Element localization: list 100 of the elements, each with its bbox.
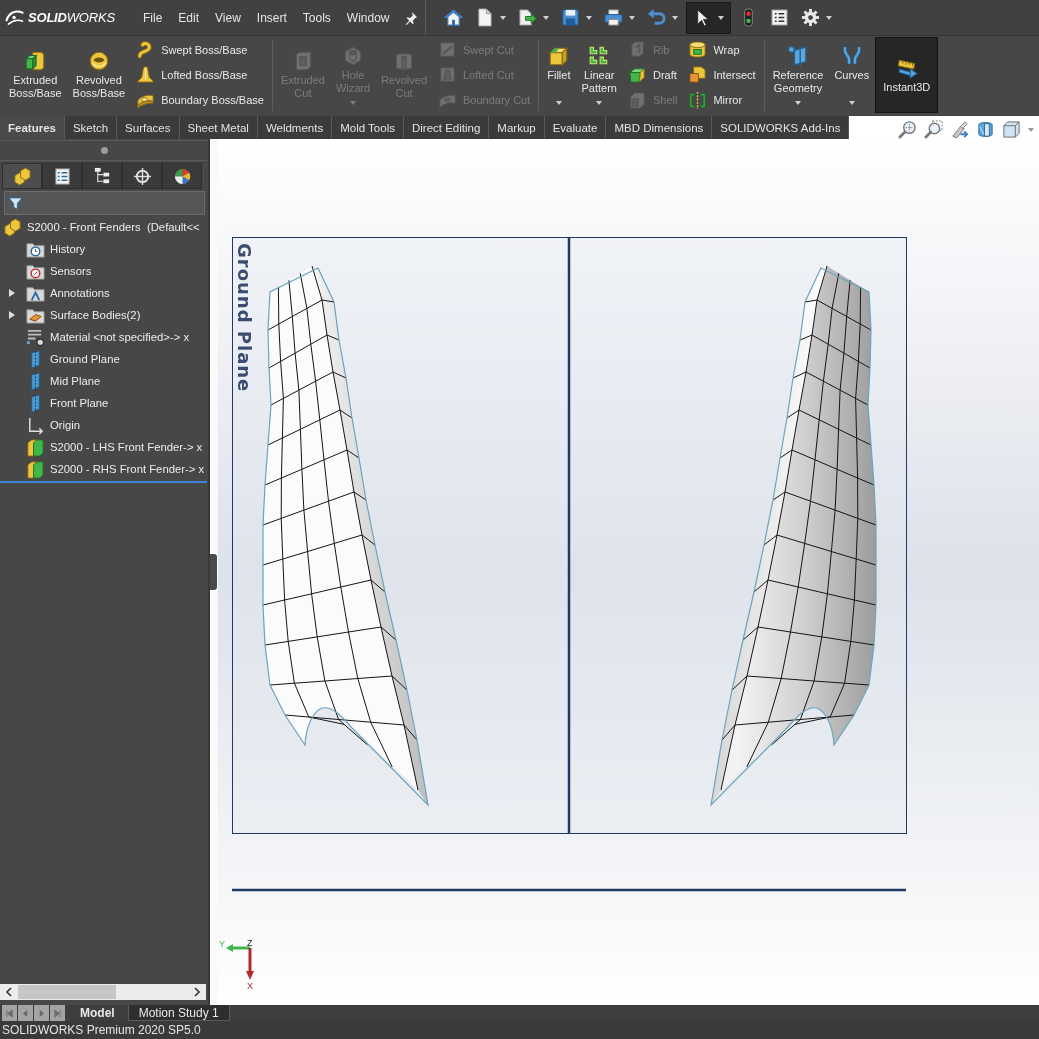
- menu-item[interactable]: Tools: [294, 7, 339, 28]
- previous-view-icon[interactable]: [950, 120, 969, 139]
- ribbon-tab[interactable]: Sketch: [64, 116, 118, 139]
- tree-item[interactable]: Origin: [26, 415, 81, 435]
- previous-arrow-icon: [22, 1009, 29, 1017]
- pin-icon[interactable]: [403, 10, 418, 25]
- command-button[interactable]: Lofted Boss/Base: [136, 63, 264, 87]
- command-button[interactable]: Intersect: [688, 63, 756, 87]
- caret-icon[interactable]: [628, 15, 635, 20]
- panel-tab[interactable]: [122, 163, 162, 189]
- command-button[interactable]: Swept Boss/Base: [136, 37, 264, 62]
- caret-icon[interactable]: [848, 101, 855, 105]
- tree-item[interactable]: Surface Bodies(2): [26, 305, 141, 325]
- revolved-ring-icon: [87, 50, 110, 72]
- caret-icon[interactable]: [555, 101, 562, 105]
- tree-item[interactable]: Annotations: [26, 283, 110, 303]
- command-button[interactable]: Fillet: [542, 37, 576, 113]
- ribbon-tab[interactable]: Evaluate: [544, 116, 607, 139]
- tree-item[interactable]: S2000 - LHS Front Fender-> x: [26, 437, 203, 457]
- filter-field[interactable]: [4, 191, 205, 215]
- ribbon-tab[interactable]: Weldments: [257, 116, 333, 139]
- ribbon-tab[interactable]: SOLIDWORKS Add-Ins: [712, 116, 850, 139]
- next-arrow-icon: [38, 1009, 45, 1017]
- command-button[interactable]: Reference Geometry: [767, 37, 829, 113]
- select-button[interactable]: [685, 1, 731, 34]
- caret-icon[interactable]: [717, 15, 724, 20]
- plane-axis-icon: [787, 45, 809, 67]
- tree-item[interactable]: Mid Plane: [26, 371, 101, 391]
- extruded-block-icon: [24, 50, 47, 72]
- status-text: SOLIDWORKS Premium 2020 SP5.0: [2, 1023, 201, 1037]
- panel-tab[interactable]: [82, 163, 122, 189]
- panel-tab[interactable]: [2, 163, 42, 189]
- menu-item[interactable]: Window: [338, 7, 398, 28]
- tree-item[interactable]: Ground Plane: [26, 349, 120, 369]
- ribbon-tab[interactable]: Sheet Metal: [179, 116, 258, 139]
- command-button[interactable]: Extruded Boss/Base: [4, 37, 67, 113]
- axis-label: X: [247, 981, 253, 991]
- caret-icon[interactable]: [671, 15, 678, 20]
- tree-item[interactable]: Front Plane: [26, 393, 109, 413]
- panel-tab[interactable]: [42, 163, 82, 189]
- origin-axes-icon: [26, 415, 45, 435]
- document-tab[interactable]: Motion Study 1: [127, 1005, 230, 1021]
- command-button[interactable]: Draft: [627, 63, 678, 87]
- command-button[interactable]: Boundary Boss/Base: [136, 88, 264, 113]
- skip-first-icon: [6, 1009, 13, 1017]
- axis-label: Z: [247, 938, 253, 948]
- wrapped-cylinder-icon: [688, 40, 708, 60]
- command-button[interactable]: Curves: [829, 37, 875, 113]
- caret-icon[interactable]: [585, 15, 592, 20]
- ribbon-tab[interactable]: Surfaces: [117, 116, 180, 139]
- logo-swoosh-icon: [5, 9, 25, 26]
- caret-icon[interactable]: [825, 15, 832, 20]
- tree-item[interactable]: Sensors: [26, 261, 92, 281]
- ribbon-tab[interactable]: Features: [0, 116, 65, 139]
- zoom-area-icon[interactable]: [924, 120, 943, 139]
- lofted-cone-icon: [136, 65, 156, 85]
- command-button[interactable]: Linear Pattern: [576, 37, 622, 113]
- home-icon: [443, 8, 463, 27]
- horizontal-scrollbar[interactable]: [0, 984, 206, 1000]
- drag-handle-icon[interactable]: [100, 147, 108, 154]
- command-button[interactable]: Instant3D: [875, 37, 939, 113]
- plane-label: Ground Plane: [234, 243, 255, 393]
- expand-arrow-icon[interactable]: [9, 311, 15, 319]
- tree-item[interactable]: Material <not specified>-> x: [26, 327, 190, 347]
- settings-icon: [800, 8, 820, 27]
- caret-icon[interactable]: [499, 15, 506, 20]
- tree-item[interactable]: S2000 - RHS Front Fender-> x: [26, 459, 205, 479]
- caret-icon[interactable]: [795, 101, 801, 105]
- ribbon-tab[interactable]: Mold Tools: [332, 116, 404, 139]
- command-button[interactable]: Revolved Boss/Base: [67, 37, 131, 113]
- menu-item[interactable]: File: [135, 7, 171, 28]
- ribbon-tab[interactable]: MBD Dimensions: [606, 116, 713, 139]
- command-button[interactable]: Mirror: [688, 88, 756, 113]
- section-view-icon[interactable]: [976, 120, 995, 139]
- skip-last-icon: [54, 1009, 61, 1017]
- chevron-right-icon[interactable]: [193, 987, 201, 997]
- expand-arrow-icon[interactable]: [9, 289, 15, 297]
- curved-cut-icon: [438, 40, 457, 60]
- view-cube-icon[interactable]: [1002, 120, 1021, 139]
- tree-item[interactable]: History: [26, 239, 86, 259]
- tree-item[interactable]: S2000 - Front Fenders (Default<<: [3, 217, 200, 237]
- ribbon-tab[interactable]: Direct Editing: [403, 116, 490, 139]
- part-blocks-icon: [12, 166, 32, 186]
- panel-tab[interactable]: [162, 163, 202, 189]
- zoom-fit-icon[interactable]: [898, 120, 917, 139]
- caret-icon[interactable]: [596, 101, 603, 105]
- splitter-handle[interactable]: [210, 554, 217, 590]
- tapered-block-icon: [627, 65, 647, 85]
- part-component-icon: [26, 459, 45, 479]
- chevron-left-icon[interactable]: [5, 987, 13, 997]
- menu-item[interactable]: Edit: [170, 7, 208, 28]
- list-icon: [769, 8, 789, 27]
- tapered-cut-icon: [438, 65, 457, 85]
- part-component-icon: [26, 437, 45, 457]
- menu-item[interactable]: Insert: [248, 7, 295, 28]
- menu-item[interactable]: View: [207, 7, 249, 28]
- ribbon-tab[interactable]: Markup: [489, 116, 545, 139]
- command-button[interactable]: Wrap: [688, 37, 756, 62]
- scrollbar-thumb[interactable]: [18, 985, 116, 999]
- caret-icon[interactable]: [542, 15, 549, 20]
